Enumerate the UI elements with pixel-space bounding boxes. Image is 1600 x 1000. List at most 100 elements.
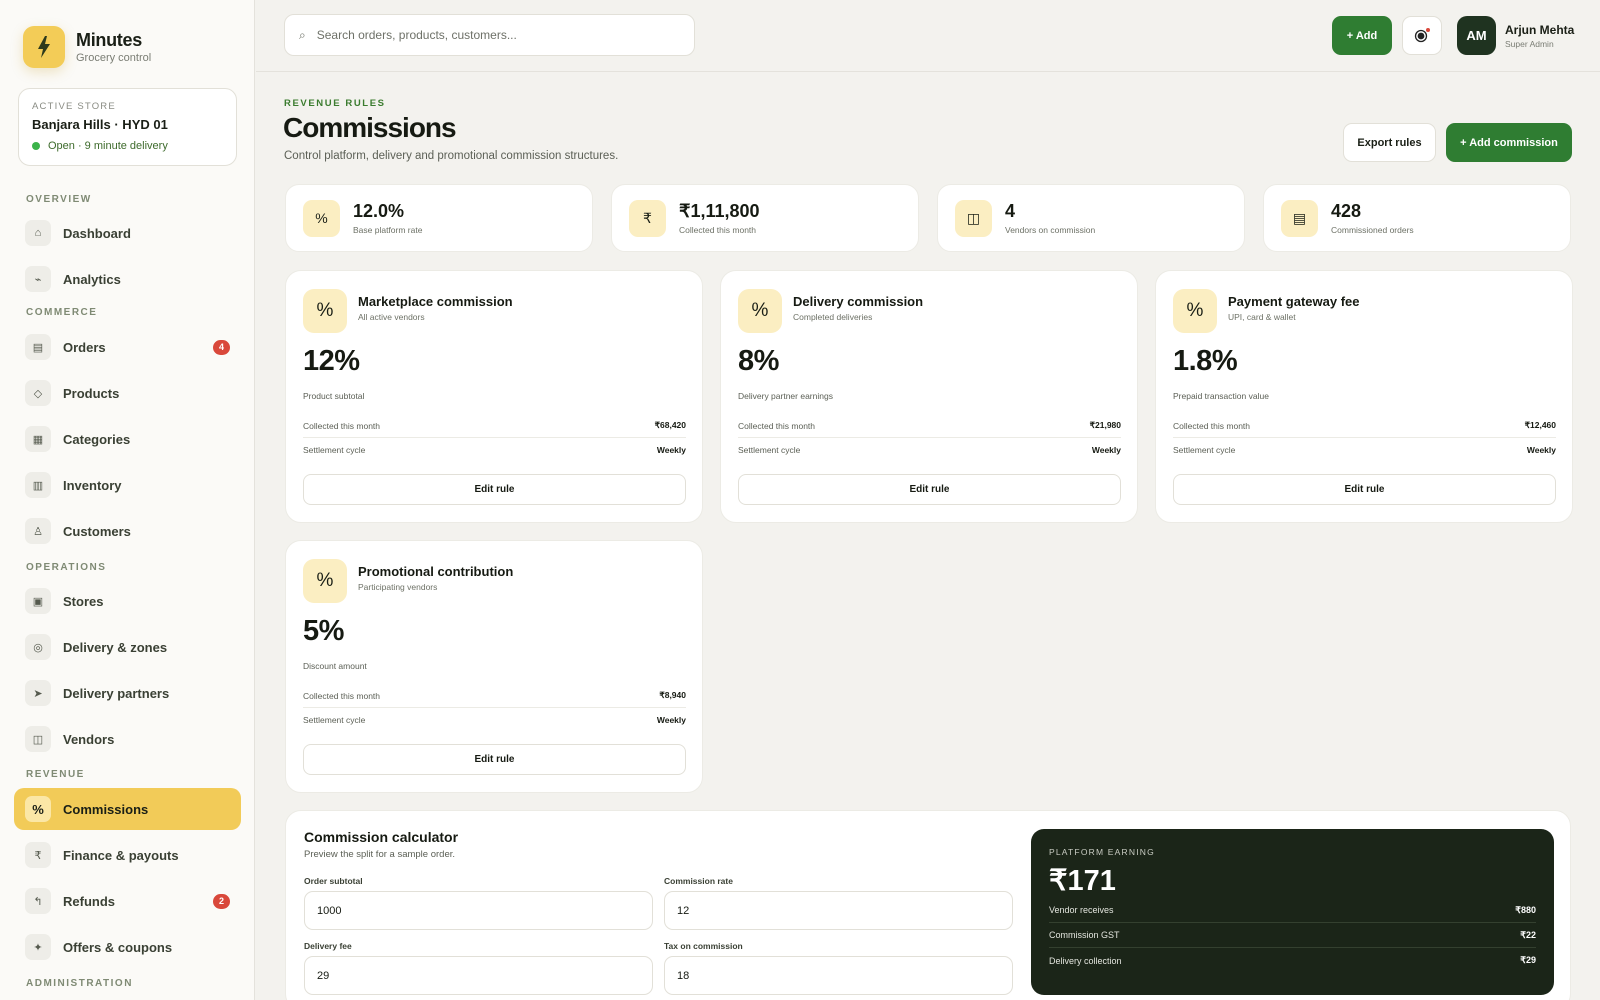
page-subtitle: Control platform, delivery and promotion… — [284, 150, 619, 162]
count-badge: 2 — [213, 893, 230, 909]
sidebar-item-delivery-zones[interactable]: ◎ Delivery & zones — [14, 626, 241, 668]
edit-rule-button[interactable]: Edit rule — [738, 474, 1121, 505]
commission-basis: Delivery partner earnings — [738, 391, 833, 401]
home-icon: ⌂ — [25, 220, 51, 246]
sidebar-item-stores[interactable]: ▣ Stores — [14, 580, 241, 622]
orders-icon: ▤ — [25, 334, 51, 360]
stat-value: ₹1,11,800 — [679, 201, 760, 221]
rupee-icon: ₹ — [629, 199, 666, 237]
refund-icon: ↰ — [25, 888, 51, 914]
commission-subtitle: Completed deliveries — [793, 312, 873, 322]
brand[interactable]: Minutes Grocery control — [23, 26, 151, 68]
edit-rule-button[interactable]: Edit rule — [1173, 474, 1556, 505]
settlement-row: Settlement cycle Weekly — [303, 708, 686, 732]
earning-row: Commission GST ₹22 — [1049, 923, 1536, 948]
earning-row-label: Commission GST — [1049, 930, 1120, 940]
settlement-label: Settlement cycle — [1173, 445, 1236, 455]
collected-value: ₹12,460 — [1524, 420, 1556, 430]
stat-value: 12.0% — [353, 201, 405, 221]
tax-input[interactable] — [664, 956, 1013, 995]
commission-calculator: Commission calculator Preview the split … — [285, 810, 1571, 1000]
sidebar-item-analytics[interactable]: ⌁ Analytics — [14, 258, 241, 300]
sidebar-item-finance-payouts[interactable]: ₹ Finance & payouts — [14, 834, 241, 876]
rupee-icon: ₹ — [25, 842, 51, 868]
commission-basis: Discount amount — [303, 661, 367, 671]
sidebar-item-vendors[interactable]: ◫ Vendors — [14, 718, 241, 760]
percent-icon: % — [25, 796, 51, 822]
sidebar-item-delivery-partners[interactable]: ➤ Delivery partners — [14, 672, 241, 714]
sidebar-item-dashboard[interactable]: ⌂ Dashboard — [14, 212, 241, 254]
analytics-icon: ⌁ — [25, 266, 51, 292]
add-commission-button[interactable]: + Add commission — [1446, 123, 1572, 162]
commission-card: % Payment gateway fee UPI, card & wallet 1.… — [1155, 270, 1573, 523]
vendors-icon: ◫ — [955, 199, 992, 237]
settlement-label: Settlement cycle — [303, 445, 366, 455]
edit-rule-button[interactable]: Edit rule — [303, 744, 686, 775]
commission-card: % Promotional contribution Participating v… — [285, 540, 703, 793]
commission-title: Delivery commission — [793, 294, 924, 309]
delivery-partner-icon: ➤ — [25, 680, 51, 706]
export-rules-button[interactable]: Export rules — [1343, 123, 1436, 162]
notification-button[interactable] — [1402, 16, 1442, 55]
stat-value: 4 — [1005, 201, 1016, 221]
sidebar-item-inventory[interactable]: ▥ Inventory — [14, 464, 241, 506]
edit-rule-button[interactable]: Edit rule — [303, 474, 686, 505]
collected-value: ₹21,980 — [1089, 420, 1121, 430]
delivery-fee-input[interactable] — [304, 956, 653, 995]
nav-section-commerce: COMMERCE — [26, 307, 98, 318]
stat-label: Vendors on commission — [1005, 225, 1096, 235]
sidebar-item-customers[interactable]: ♙ Customers — [14, 510, 241, 552]
stat-card: ₹ ₹1,11,800 Collected this month — [611, 184, 919, 252]
sidebar-item-commissions[interactable]: % Commissions — [14, 788, 241, 830]
sidebar-item-label: Offers & coupons — [63, 939, 173, 955]
calculator-title: Commission calculator — [304, 829, 459, 845]
sidebar-item-categories[interactable]: ▦ Categories — [14, 418, 241, 460]
sidebar-item-label: Refunds — [63, 893, 115, 909]
offers-icon: ✦ — [25, 934, 51, 960]
earning-row-label: Delivery collection — [1049, 955, 1122, 966]
sidebar-item-label: Delivery & zones — [63, 639, 168, 655]
earning-row-label: Vendor receives — [1049, 905, 1114, 915]
collected-value: ₹68,420 — [654, 420, 686, 430]
product-icon: ◇ — [25, 380, 51, 406]
settlement-row: Settlement cycle Weekly — [1173, 438, 1556, 462]
commission-subtitle: UPI, card & wallet — [1228, 312, 1296, 322]
nav-section-overview: OVERVIEW — [26, 194, 92, 205]
count-badge: 4 — [213, 339, 230, 355]
commission-rate-label: Commission rate — [664, 876, 733, 886]
settlement-value: Weekly — [656, 445, 686, 455]
sidebar-item-products[interactable]: ◇ Products — [14, 372, 241, 414]
search-icon: ⌕ — [299, 27, 306, 42]
notification-icon — [1414, 27, 1430, 42]
avatar[interactable]: AM — [1457, 16, 1496, 55]
commission-card: % Delivery commission Completed deliveries… — [720, 270, 1138, 523]
active-store-card[interactable]: ACTIVE STORE Banjara Hills · HYD 01 Open… — [18, 88, 237, 166]
sidebar-item-offers-coupons[interactable]: ✦ Offers & coupons — [14, 926, 241, 968]
customers-icon: ♙ — [25, 518, 51, 544]
sidebar-item-label: Analytics — [63, 271, 121, 287]
sidebar-item-refunds[interactable]: ↰ Refunds 2 — [14, 880, 241, 922]
earning-row: Delivery collection ₹29 — [1049, 948, 1536, 973]
search-box[interactable]: ⌕ — [284, 14, 695, 56]
commission-subtitle: All active vendors — [358, 312, 425, 322]
inventory-icon: ▥ — [25, 472, 51, 498]
sidebar: Minutes Grocery control ACTIVE STORE Ban… — [0, 0, 255, 1000]
delivery-fee-label: Delivery fee — [304, 941, 352, 951]
order-subtotal-label: Order subtotal — [304, 876, 363, 886]
collected-row: Collected this month ₹12,460 — [1173, 414, 1556, 438]
sidebar-item-label: Orders — [63, 339, 106, 355]
lightning-icon — [23, 26, 65, 68]
stat-label: Commissioned orders — [1331, 225, 1414, 235]
collected-label: Collected this month — [1173, 420, 1251, 431]
stat-label: Collected this month — [679, 225, 757, 235]
commission-rate-input[interactable] — [664, 891, 1013, 930]
settlement-value: Weekly — [1526, 445, 1556, 455]
commission-rate: 12% — [303, 345, 360, 377]
collected-row: Collected this month ₹8,940 — [303, 684, 686, 708]
add-button[interactable]: + Add — [1332, 16, 1392, 55]
order-subtotal-input[interactable] — [304, 891, 653, 930]
zones-icon: ◎ — [25, 634, 51, 660]
sidebar-item-orders[interactable]: ▤ Orders 4 — [14, 326, 241, 368]
search-input[interactable] — [316, 28, 657, 42]
stat-value: 428 — [1331, 201, 1362, 221]
